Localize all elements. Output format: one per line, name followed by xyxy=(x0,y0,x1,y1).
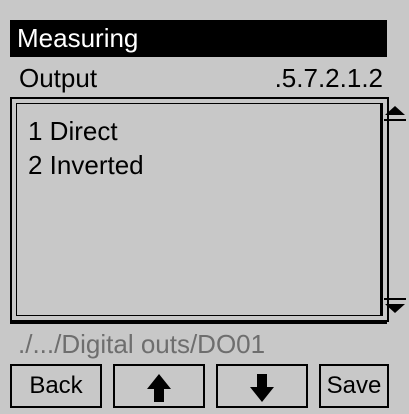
menu-header: Output .5.7.2.1.2 xyxy=(10,57,387,97)
list-item-inverted[interactable]: 2 Inverted xyxy=(28,150,144,180)
list-item-direct[interactable]: 1 Direct xyxy=(28,116,118,146)
option-list-area: 1 Direct 2 Inverted xyxy=(16,103,381,316)
breadcrumb-path: ./.../Digital outs/DO01 xyxy=(18,329,266,359)
breadcrumb: ./.../Digital outs/DO01 xyxy=(10,322,387,364)
back-button-label: Back xyxy=(29,372,83,399)
window-title: Measuring xyxy=(17,23,139,53)
menu-section-label: Output xyxy=(19,63,98,93)
scrollbar[interactable] xyxy=(381,103,383,316)
softkey-bar: Back Save xyxy=(10,364,390,408)
arrow-up-icon xyxy=(147,374,171,402)
arrow-down-icon xyxy=(250,374,274,402)
option-list: 1 Direct 2 Inverted xyxy=(10,97,406,322)
title-bar: Measuring xyxy=(10,20,387,57)
up-button[interactable] xyxy=(113,364,205,408)
save-button[interactable]: Save xyxy=(319,364,389,408)
save-button-label: Save xyxy=(326,372,382,399)
scroll-up-icon xyxy=(384,106,406,121)
back-button[interactable]: Back xyxy=(10,364,102,408)
scroll-down-icon xyxy=(384,298,406,313)
down-button[interactable] xyxy=(216,364,308,408)
menu-code: .5.7.2.1.2 xyxy=(274,63,383,93)
